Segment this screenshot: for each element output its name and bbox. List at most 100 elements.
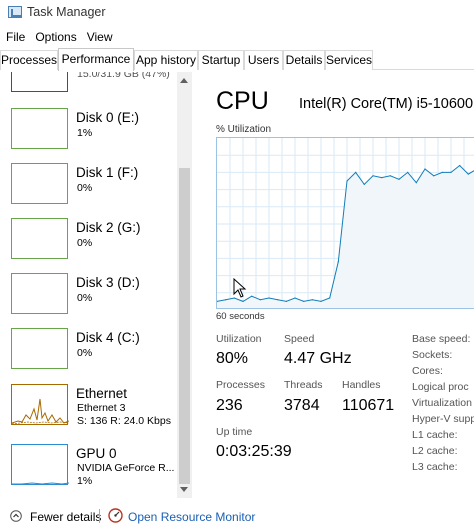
sidebar-item-label: Disk 2 (G:) bbox=[76, 220, 141, 235]
scroll-up-arrow-icon[interactable] bbox=[177, 72, 192, 88]
utilization-axis-label: % Utilization bbox=[216, 124, 272, 135]
mouse-cursor-icon bbox=[233, 278, 247, 298]
threads-value: 3784 bbox=[284, 397, 320, 414]
cpu-data-point bbox=[259, 299, 261, 301]
sidebar-item-value: 0% bbox=[77, 237, 93, 249]
disk-3-thumbnail bbox=[11, 273, 68, 314]
window-title: Task Manager bbox=[27, 5, 106, 19]
cpu-data-point bbox=[346, 180, 348, 182]
utilization-value: 80% bbox=[216, 350, 249, 367]
sidebar-item-value: 1% bbox=[77, 475, 93, 487]
sidebar-item-gpu-0[interactable]: GPU 0 NVIDIA GeForce R... 1% bbox=[0, 444, 178, 498]
open-resource-monitor-link[interactable]: Open Resource Monitor bbox=[128, 510, 255, 524]
sidebar-scrollbar[interactable] bbox=[177, 72, 192, 498]
cpu-data-point bbox=[285, 300, 287, 302]
disk-4-thumbnail bbox=[11, 328, 68, 369]
task-manager-icon bbox=[8, 6, 22, 18]
sidebar-item-disk-2[interactable]: Disk 2 (G:) 0% bbox=[0, 218, 178, 273]
virtualization-label: Virtualization bbox=[412, 397, 472, 409]
utilization-label: Utilization bbox=[216, 333, 262, 345]
sidebar-item-label: Disk 4 (C:) bbox=[76, 330, 140, 345]
processes-value: 236 bbox=[216, 397, 243, 414]
sidebar-item-value: 0% bbox=[77, 347, 93, 359]
scrollbar-thumb[interactable] bbox=[179, 168, 190, 484]
menu-view[interactable]: View bbox=[82, 27, 118, 47]
l1-cache-label: L1 cache: bbox=[412, 429, 458, 441]
cpu-utilization-graph bbox=[216, 137, 474, 309]
sidebar-item-label: Disk 3 (D:) bbox=[76, 275, 140, 290]
memory-thumbnail bbox=[11, 72, 68, 92]
tab-services[interactable]: Services bbox=[325, 50, 373, 70]
cpu-data-point bbox=[320, 300, 322, 302]
chevron-up-icon[interactable] bbox=[10, 510, 22, 522]
sidebar-item-label: Ethernet bbox=[76, 386, 128, 401]
tab-processes[interactable]: Processes bbox=[0, 50, 58, 70]
cpu-data-point bbox=[415, 182, 417, 184]
cpu-data-point bbox=[407, 171, 409, 173]
tab-details[interactable]: Details bbox=[283, 50, 325, 70]
cpu-data-point bbox=[225, 299, 227, 301]
fewer-details-button[interactable]: Fewer details bbox=[30, 510, 101, 524]
uptime-value: 0:03:25:39 bbox=[216, 443, 292, 460]
time-axis-label: 60 seconds bbox=[216, 311, 265, 322]
handles-value: 110671 bbox=[342, 397, 395, 414]
cpu-data-point bbox=[372, 175, 374, 177]
resource-list: 15.0/31.9 GB (47%) Disk 0 (E:) 1% Disk 1… bbox=[0, 72, 178, 498]
sidebar-item-adapter: Ethernet 3 bbox=[77, 402, 126, 414]
tab-users[interactable]: Users bbox=[244, 50, 283, 70]
base-speed-label: Base speed: bbox=[412, 333, 471, 345]
divider bbox=[99, 509, 100, 523]
cpu-data-point bbox=[398, 178, 400, 180]
sidebar-item-value: 0% bbox=[77, 292, 93, 304]
tab-bar: Processes Performance App history Startu… bbox=[0, 48, 474, 71]
sidebar-item-ethernet[interactable]: Ethernet Ethernet 3 S: 136 R: 24.0 Kbps bbox=[0, 384, 178, 439]
cpu-data-point bbox=[242, 300, 244, 302]
cpu-data-point bbox=[389, 175, 391, 177]
uptime-label: Up time bbox=[216, 426, 253, 438]
sockets-label: Sockets: bbox=[412, 349, 453, 361]
cpu-data-point bbox=[424, 168, 426, 170]
sidebar-item-throughput: S: 136 R: 24.0 Kbps bbox=[77, 415, 171, 427]
sidebar-item-value: 0% bbox=[77, 182, 93, 194]
memory-usage-text: 15.0/31.9 GB (47%) bbox=[77, 72, 170, 80]
cpu-data-point bbox=[355, 171, 357, 173]
menu-file[interactable]: File bbox=[0, 27, 30, 47]
cpu-data-point bbox=[268, 297, 270, 299]
tab-startup[interactable]: Startup bbox=[198, 50, 244, 70]
l3-cache-label: L3 cache: bbox=[412, 461, 458, 473]
cpu-data-point bbox=[294, 297, 296, 299]
sidebar-item-disk-3[interactable]: Disk 3 (D:) 0% bbox=[0, 273, 178, 328]
sidebar-item-label: Disk 1 (F:) bbox=[76, 165, 139, 180]
cpu-data-point bbox=[450, 171, 452, 173]
tab-app-history[interactable]: App history bbox=[134, 50, 198, 70]
sidebar-item-disk-4[interactable]: Disk 4 (C:) 0% bbox=[0, 328, 178, 383]
speed-value: 4.47 GHz bbox=[284, 350, 352, 367]
sidebar-item-disk-0[interactable]: Disk 0 (E:) 1% bbox=[0, 108, 178, 163]
cpu-graph-svg bbox=[217, 138, 474, 308]
cpu-data-point bbox=[337, 261, 339, 263]
cores-label: Cores: bbox=[412, 365, 443, 377]
scroll-down-arrow-icon[interactable] bbox=[177, 482, 192, 498]
cpu-data-point bbox=[467, 173, 469, 175]
tab-performance[interactable]: Performance bbox=[58, 48, 134, 71]
menu-bar: File Options View bbox=[0, 27, 118, 47]
cpu-data-point bbox=[311, 299, 313, 301]
disk-0-thumbnail bbox=[11, 108, 68, 149]
ethernet-thumbnail bbox=[11, 384, 70, 425]
sidebar-item-disk-1[interactable]: Disk 1 (F:) 0% bbox=[0, 163, 178, 218]
page-title: CPU bbox=[216, 87, 269, 115]
bottom-bar: Fewer details Open Resource Monitor bbox=[0, 506, 474, 526]
gpu-sparkline bbox=[12, 482, 70, 485]
disk-1-thumbnail bbox=[11, 163, 68, 204]
cpu-data-point bbox=[441, 171, 443, 173]
ethernet-sparkline bbox=[11, 398, 70, 425]
sidebar-item-label: GPU 0 bbox=[76, 446, 117, 461]
cpu-data-point bbox=[363, 183, 365, 185]
resource-monitor-icon[interactable] bbox=[108, 508, 123, 523]
sidebar-item-gpu-model: NVIDIA GeForce R... bbox=[77, 462, 175, 474]
menu-options[interactable]: Options bbox=[30, 27, 81, 47]
sidebar-item-memory[interactable]: 15.0/31.9 GB (47%) bbox=[0, 72, 178, 92]
sidebar-item-label: Disk 0 (E:) bbox=[76, 110, 140, 125]
threads-label: Threads bbox=[284, 379, 323, 391]
cpu-data-point bbox=[459, 164, 461, 167]
